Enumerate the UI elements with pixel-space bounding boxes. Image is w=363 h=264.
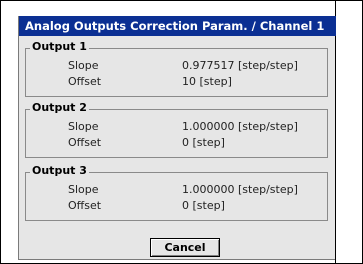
offset-label: Offset <box>68 199 102 212</box>
slope-label: Slope <box>68 59 99 72</box>
output-2-slope-row: Slope 1.000000 [step/step] <box>26 120 327 134</box>
output-1-slope-row: Slope 0.977517 [step/step] <box>26 59 327 73</box>
output-3-slope-row: Slope 1.000000 [step/step] <box>26 183 327 197</box>
output-2-title: Output 2 <box>30 101 89 115</box>
output-2-slope-value: 1.000000 [step/step] <box>182 120 298 133</box>
output-1-title: Output 1 <box>30 40 89 54</box>
cancel-button[interactable]: Cancel <box>150 238 220 257</box>
offset-label: Offset <box>68 75 102 88</box>
output-3-offset-value: 0 [step] <box>182 199 225 212</box>
correction-params-dialog: Analog Outputs Correction Param. / Chann… <box>18 16 336 260</box>
slope-label: Slope <box>68 120 99 133</box>
output-1-group: Output 1 Slope 0.977517 [step/step] Offs… <box>25 40 328 97</box>
frame-divider <box>335 0 336 264</box>
output-2-offset-row: Offset 0 [step] <box>26 136 327 150</box>
slope-label: Slope <box>68 183 99 196</box>
output-3-group: Output 3 Slope 1.000000 [step/step] Offs… <box>25 164 328 221</box>
output-2-offset-value: 0 [step] <box>182 136 225 149</box>
output-2-group: Output 2 Slope 1.000000 [step/step] Offs… <box>25 101 328 158</box>
output-1-offset-row: Offset 10 [step] <box>26 75 327 89</box>
output-1-offset-value: 10 [step] <box>182 75 232 88</box>
window-title: Analog Outputs Correction Param. / Chann… <box>19 16 336 36</box>
output-3-title: Output 3 <box>30 164 89 178</box>
output-3-offset-row: Offset 0 [step] <box>26 199 327 213</box>
output-1-slope-value: 0.977517 [step/step] <box>182 59 298 72</box>
offset-label: Offset <box>68 136 102 149</box>
output-3-slope-value: 1.000000 [step/step] <box>182 183 298 196</box>
